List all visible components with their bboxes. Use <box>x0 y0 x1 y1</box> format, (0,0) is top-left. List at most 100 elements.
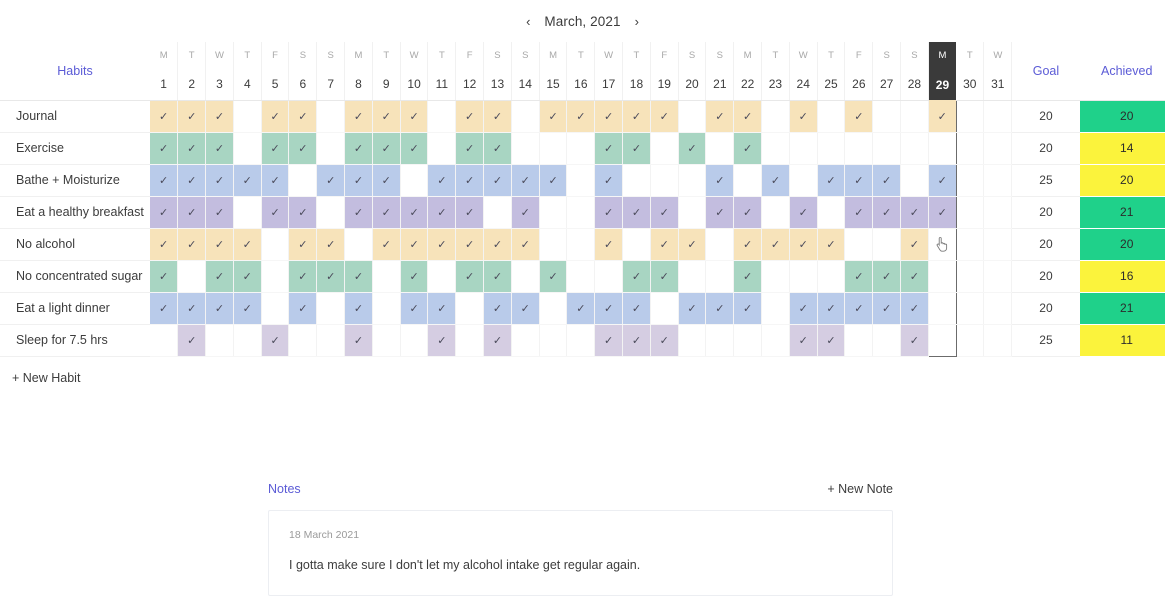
habit-cell[interactable]: ✓ <box>316 260 346 293</box>
habit-cell[interactable] <box>733 164 763 197</box>
habit-cell[interactable] <box>316 100 346 133</box>
habit-cell[interactable] <box>539 196 568 229</box>
habit-cell[interactable] <box>983 100 1013 133</box>
day-header-8[interactable]: 8 <box>344 69 373 101</box>
day-header-4[interactable]: 4 <box>233 69 262 101</box>
day-header-29[interactable]: 29 <box>928 69 957 100</box>
habit-cell[interactable]: ✓ <box>789 196 818 229</box>
habit-cell[interactable]: ✓ <box>150 164 179 197</box>
habit-cell[interactable]: ✓ <box>650 100 679 133</box>
habit-cell[interactable]: ✓ <box>927 100 957 133</box>
habit-cell[interactable]: ✓ <box>233 164 262 197</box>
new-note-button[interactable]: + New Note <box>827 482 893 496</box>
habit-cell[interactable] <box>983 260 1013 293</box>
habit-cell[interactable]: ✓ <box>233 292 262 325</box>
day-header-14[interactable]: 14 <box>511 69 540 101</box>
habit-cell[interactable]: ✓ <box>622 100 651 133</box>
habit-cell[interactable]: ✓ <box>288 132 318 165</box>
habit-cell[interactable] <box>511 260 540 293</box>
day-header-17[interactable]: 17 <box>594 69 624 101</box>
habit-cell[interactable]: ✓ <box>344 132 373 165</box>
habit-cell[interactable]: ✓ <box>817 324 846 357</box>
goal-value[interactable]: 25 <box>1011 324 1080 357</box>
habit-cell[interactable] <box>956 196 985 229</box>
habit-cell[interactable]: ✓ <box>483 164 512 197</box>
habit-cell[interactable]: ✓ <box>872 196 902 229</box>
habit-cell[interactable]: ✓ <box>150 228 179 261</box>
habit-cell[interactable] <box>650 132 679 165</box>
habit-cell[interactable]: ✓ <box>400 100 429 133</box>
habit-cell[interactable] <box>705 228 735 261</box>
habit-cell[interactable]: ✓ <box>622 292 651 325</box>
habit-cell[interactable]: ✓ <box>372 164 401 197</box>
habit-cell[interactable] <box>455 324 485 357</box>
habit-cell[interactable]: ✓ <box>455 164 485 197</box>
habit-cell[interactable]: ✓ <box>455 196 485 229</box>
habit-cell[interactable] <box>483 196 512 229</box>
habit-cell[interactable]: ✓ <box>594 100 624 133</box>
habit-cell[interactable]: ✓ <box>622 132 651 165</box>
goal-value[interactable]: 20 <box>1011 292 1080 325</box>
habit-cell[interactable]: ✓ <box>594 196 624 229</box>
habit-cell[interactable] <box>705 324 735 357</box>
goal-value[interactable]: 20 <box>1011 196 1080 229</box>
habit-cell[interactable]: ✓ <box>261 132 290 165</box>
habit-cell[interactable] <box>817 196 846 229</box>
habit-cell[interactable] <box>261 260 290 293</box>
habit-cell[interactable]: ✓ <box>233 228 262 261</box>
habit-cell[interactable]: ✓ <box>150 260 179 293</box>
habit-cell[interactable]: ✓ <box>177 100 207 133</box>
habit-cell[interactable]: ✓ <box>261 196 290 229</box>
habit-cell[interactable]: ✓ <box>733 260 763 293</box>
habit-cell[interactable] <box>566 164 596 197</box>
habit-cell[interactable]: ✓ <box>372 132 401 165</box>
habit-cell[interactable] <box>983 228 1013 261</box>
habit-cell[interactable] <box>233 196 262 229</box>
note-card[interactable]: 18 March 2021 I gotta make sure I don't … <box>268 510 893 596</box>
habit-cell[interactable]: ✓ <box>483 260 512 293</box>
habit-cell[interactable]: ✓ <box>288 196 318 229</box>
habit-cell[interactable]: ✓ <box>205 100 234 133</box>
habit-name[interactable]: Bathe + Moisturize <box>0 164 150 197</box>
habit-cell[interactable]: ✓ <box>455 228 485 261</box>
day-header-6[interactable]: 6 <box>288 69 318 101</box>
habit-cell[interactable]: ✓ <box>539 100 568 133</box>
habit-cell[interactable] <box>927 292 957 325</box>
habit-cell[interactable] <box>761 324 790 357</box>
habit-cell[interactable] <box>872 228 902 261</box>
day-header-24[interactable]: 24 <box>789 69 818 101</box>
habit-cell[interactable]: ✓ <box>400 132 429 165</box>
habit-cell[interactable]: ✓ <box>205 132 234 165</box>
habit-cell[interactable]: ✓ <box>927 196 957 229</box>
habit-cell[interactable] <box>900 100 929 133</box>
habit-cell[interactable] <box>288 164 318 197</box>
habit-cell[interactable] <box>983 132 1013 165</box>
habit-cell[interactable]: ✓ <box>288 100 318 133</box>
habit-cell[interactable]: ✓ <box>733 132 763 165</box>
habit-name[interactable]: Eat a healthy breakfast <box>0 196 150 229</box>
habit-cell[interactable]: ✓ <box>288 292 318 325</box>
habit-cell[interactable]: ✓ <box>344 196 373 229</box>
day-header-1[interactable]: 1 <box>150 69 179 101</box>
day-header-5[interactable]: 5 <box>261 69 290 101</box>
habit-cell[interactable]: ✓ <box>705 164 735 197</box>
habit-cell[interactable] <box>261 292 290 325</box>
habit-cell[interactable]: ✓ <box>150 292 179 325</box>
habit-cell[interactable] <box>983 164 1013 197</box>
habit-cell[interactable] <box>566 196 596 229</box>
habit-cell[interactable] <box>956 100 985 133</box>
prev-month-icon[interactable]: ‹ <box>526 15 530 28</box>
day-header-30[interactable]: 30 <box>956 69 985 101</box>
habit-cell[interactable]: ✓ <box>483 132 512 165</box>
habit-cell[interactable]: ✓ <box>678 292 707 325</box>
habit-cell[interactable]: ✓ <box>817 164 846 197</box>
habit-cell[interactable]: ✓ <box>150 132 179 165</box>
habit-cell[interactable] <box>427 100 457 133</box>
habit-cell[interactable]: ✓ <box>789 228 818 261</box>
habit-cell[interactable]: ✓ <box>872 260 902 293</box>
habit-cell[interactable] <box>733 324 763 357</box>
day-header-28[interactable]: 28 <box>900 69 929 101</box>
habit-cell[interactable] <box>956 228 985 261</box>
habit-cell[interactable]: ✓ <box>678 228 707 261</box>
habit-cell[interactable]: ✓ <box>205 164 234 197</box>
